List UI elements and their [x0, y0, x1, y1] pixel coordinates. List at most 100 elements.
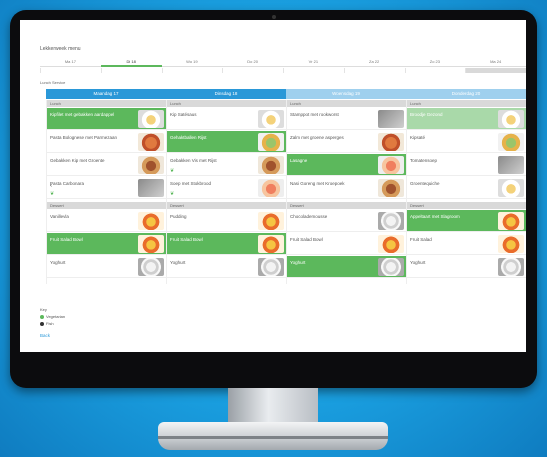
back-link[interactable]: Back	[40, 333, 50, 338]
tab-day[interactable]: Do 20	[222, 57, 283, 67]
legend: Key Vegetarian Fish	[40, 306, 65, 327]
day-header: Dinsdag 18	[166, 89, 286, 99]
meal-section-header: Lunch	[167, 100, 287, 107]
legend-label: Fish	[46, 321, 54, 326]
meal-photo	[258, 212, 284, 230]
meal-option[interactable]: Pasta Bolognese met Parmezaan	[47, 131, 167, 153]
meal-photo	[138, 133, 164, 151]
tab-day[interactable]: Zo 23	[404, 57, 466, 67]
meal-name: Pasta Bolognese met Parmezaan	[50, 135, 118, 140]
meal-option[interactable]: Stamppot met rookworst	[287, 108, 407, 130]
tab-day[interactable]: Di 18	[100, 57, 162, 67]
legend-item-vegetarian: Vegetarian	[40, 313, 65, 320]
leaf-icon	[40, 314, 44, 319]
meal-option[interactable]: Tomatensoep	[407, 154, 526, 176]
meal-name: Nasi Goreng met Kroepoek	[290, 181, 345, 186]
meal-section-header: Lunch	[287, 100, 407, 107]
meal-option[interactable]: Kip Satésaus	[167, 108, 287, 130]
meal-option[interactable]: Yoghurt	[167, 256, 287, 278]
meal-photo	[258, 258, 284, 276]
meal-option[interactable]: Gehaktballen Rijst	[167, 131, 287, 153]
day-column: Lunch Broodje Gezond Kipsaté Tomatensoep Gro…	[406, 100, 526, 284]
meal-photo	[138, 179, 164, 197]
meal-option[interactable]: Gebakken Kip met Groente	[47, 154, 167, 176]
stand-edge	[158, 436, 388, 439]
leaf-icon: ❦	[170, 168, 175, 174]
meal-name: Lasagne	[290, 158, 308, 163]
meal-photo	[378, 156, 404, 174]
meal-photo	[378, 133, 404, 151]
meal-option[interactable]: Pudding	[167, 210, 287, 232]
day-column: Lunch Kipfilet met gebakken aardappel Past…	[46, 100, 167, 284]
meal-name: Fruit Salad Bowl	[290, 237, 323, 242]
meal-name: Zalm met groene asperges	[290, 135, 344, 140]
meal-option[interactable]: Appeltaart met Slagroom	[407, 210, 526, 232]
meal-name: Appeltaart met Slagroom	[410, 214, 460, 219]
meal-name: Kipfilet met gebakken aardappel	[50, 112, 115, 117]
tab-day[interactable]: Za 22	[343, 57, 405, 67]
tab-day[interactable]: Ma 24	[465, 57, 526, 67]
meal-photo	[498, 235, 524, 253]
meal-name: Groentequiche	[410, 181, 440, 186]
meal-option[interactable]: Broodje Gezond	[407, 108, 526, 130]
meal-name: Gebakken Kip met Groente	[50, 158, 105, 163]
meal-name: Fruit Salad	[410, 237, 432, 242]
meal-name: Pasta Carbonara	[50, 181, 85, 186]
meal-name: Chocolademousse	[290, 214, 328, 219]
day-column: Lunch Kip Satésaus Gehaktballen Rijst Gebak…	[166, 100, 287, 284]
meal-option[interactable]: Gebakken Vis met Rijst ❦	[167, 154, 287, 176]
meal-photo	[498, 212, 524, 230]
meal-name: Broodje Gezond	[410, 112, 443, 117]
meal-option[interactable]: Nasi Goreng met Kroepoek	[287, 177, 407, 199]
meal-option[interactable]: Kipfilet met gebakken aardappel	[47, 108, 167, 130]
meal-option[interactable]: Fruit Salad Bowl	[47, 233, 167, 255]
meal-name: Soep met Stokbrood	[170, 181, 212, 186]
meal-option[interactable]: Fruit Salad Bowl	[167, 233, 287, 255]
meal-name: Gehaktballen Rijst	[170, 135, 207, 140]
tab-day[interactable]: Ma 17	[40, 57, 101, 67]
meal-option[interactable]: Soep met Stokbrood ❦	[167, 177, 287, 199]
screen: Lekkerweek menu Ma 17 Di 18 Wo 19 Do 20 Vr 2…	[20, 20, 526, 352]
meal-photo	[378, 110, 404, 128]
meal-option[interactable]: Lasagne	[287, 154, 407, 176]
tab-day[interactable]: Vr 21	[283, 57, 344, 67]
legend-label: Vegetarian	[46, 314, 66, 319]
meal-photo	[138, 235, 164, 253]
meal-section-header: Dessert	[167, 202, 287, 209]
meal-section-header: Lunch	[407, 100, 526, 107]
meal-photo	[258, 235, 284, 253]
meal-photo	[258, 133, 284, 151]
meal-option[interactable]: Yoghurt	[47, 256, 167, 278]
meal-name: Yoghurt	[50, 260, 66, 265]
meal-name: Kipsaté	[410, 135, 426, 140]
meal-photo	[378, 212, 404, 230]
meal-option[interactable]: Chocolademousse	[287, 210, 407, 232]
meal-option[interactable]: Fruit Salad Bowl	[287, 233, 407, 255]
leaf-icon: ❦	[50, 191, 55, 197]
meal-photo	[378, 179, 404, 197]
meal-section-header: Dessert	[407, 202, 526, 209]
week-strip	[40, 68, 526, 73]
meal-photo	[258, 156, 284, 174]
meal-name: Stamppot met rookworst	[290, 112, 339, 117]
meal-option[interactable]: Kipsaté	[407, 131, 526, 153]
monitor-stand-neck	[228, 388, 318, 424]
meal-option[interactable]: Zalm met groene asperges	[287, 131, 407, 153]
meal-name: Yoghurt	[410, 260, 426, 265]
meal-option[interactable]: Fruit Salad	[407, 233, 526, 255]
meal-photo	[498, 179, 524, 197]
meal-name: Tomatensoep	[410, 158, 438, 163]
meal-option[interactable]: Vanillevla	[47, 210, 167, 232]
chevron-left-icon[interactable]: ‹	[50, 183, 52, 189]
leaf-icon: ❦	[170, 191, 175, 197]
meal-photo	[498, 110, 524, 128]
meal-option[interactable]: Yoghurt	[407, 256, 526, 278]
fish-icon	[40, 321, 44, 326]
meal-photo	[258, 179, 284, 197]
day-headers: Maandag 17 Dinsdag 18 Woensdag 19 Donderdag…	[46, 89, 526, 99]
meal-option[interactable]: Yoghurt	[287, 256, 407, 278]
meal-option[interactable]: Pasta Carbonara ❦	[47, 177, 167, 199]
day-navigation: Ma 17 Di 18 Wo 19 Do 20 Vr 21 Za 22 Zo 23 Ma 24	[40, 57, 526, 67]
tab-day[interactable]: Wo 19	[161, 57, 223, 67]
meal-option[interactable]: Groentequiche	[407, 177, 526, 199]
